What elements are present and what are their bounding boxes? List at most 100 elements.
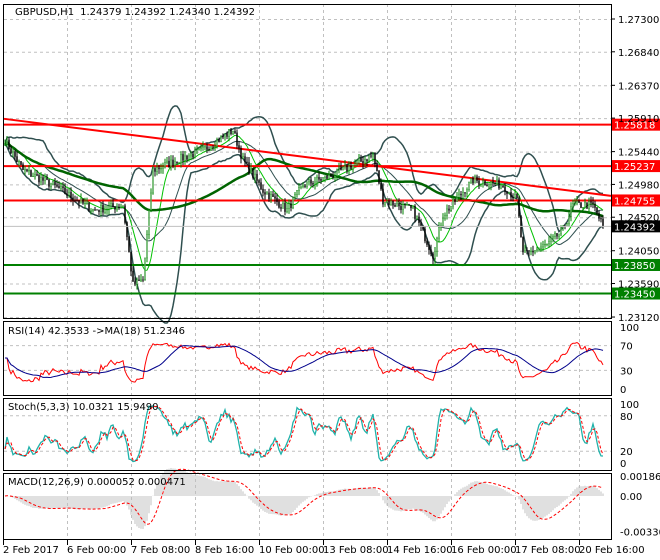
candle-body <box>128 236 130 253</box>
candle-body <box>282 202 284 209</box>
macd-tick-label: -0.003309 <box>620 528 660 539</box>
trading-chart[interactable]: 1.258181.252371.247551.238501.234501.273… <box>0 0 660 560</box>
candle-body <box>522 236 524 253</box>
candle-body <box>6 139 8 145</box>
candle-body <box>492 181 494 184</box>
candle-body <box>306 181 308 187</box>
candle-body <box>334 175 336 178</box>
candle-body <box>42 177 44 181</box>
candle-body <box>364 159 366 164</box>
candle-body <box>312 183 314 185</box>
candle-body <box>64 187 66 194</box>
candle-body <box>290 203 292 209</box>
candle-body <box>54 181 56 186</box>
candle-body <box>110 203 112 207</box>
candle-body <box>236 132 238 146</box>
candle-body <box>210 146 212 151</box>
candle-body <box>10 148 12 153</box>
candle-body <box>80 198 82 204</box>
candle-body <box>446 208 448 216</box>
candle-body <box>122 205 124 207</box>
candle-body <box>304 185 306 187</box>
candle-body <box>378 170 380 184</box>
candle-body <box>526 249 528 252</box>
candle-body <box>346 165 348 171</box>
rsi-tick-label: 30 <box>620 366 633 377</box>
candle-body <box>498 179 500 189</box>
candle-body <box>88 202 90 212</box>
candle-body <box>512 196 514 199</box>
candle-body <box>504 186 506 192</box>
axes: 1.258181.252371.247551.238501.234501.273… <box>3 15 660 556</box>
candle-body <box>406 204 408 206</box>
candle-body <box>44 177 46 181</box>
candle-body <box>220 135 222 143</box>
candle-body <box>72 197 74 201</box>
candle-body <box>132 271 134 282</box>
candle-body <box>336 168 338 177</box>
candle-body <box>198 148 200 150</box>
rsi-title: RSI(14) 42.3533 ->MA(18) 51.2346 <box>8 326 185 337</box>
candle-body <box>428 244 430 250</box>
price-level-label: 1.23450 <box>614 290 655 301</box>
candle-body <box>288 203 290 209</box>
candle-body <box>396 203 398 207</box>
candle-body <box>426 240 428 245</box>
candle-body <box>530 250 532 252</box>
rsi-panel[interactable] <box>5 341 604 383</box>
candle-body <box>194 149 196 158</box>
price-panel[interactable] <box>3 105 612 324</box>
candle-body <box>106 208 108 210</box>
candle-body <box>196 148 198 150</box>
candle-body <box>276 198 278 203</box>
candle-body <box>410 204 412 209</box>
candle-body <box>576 200 578 204</box>
candle-body <box>138 279 140 282</box>
candle-body <box>390 200 392 205</box>
candle-body <box>590 201 592 203</box>
macd-tick-label: 0.001863 <box>620 472 660 483</box>
candle-body <box>102 205 104 213</box>
candle-body <box>548 240 550 245</box>
candle-body <box>294 194 296 198</box>
candle-body <box>62 186 64 189</box>
candle-body <box>416 216 418 219</box>
candle-body <box>16 156 18 162</box>
candle-body <box>372 154 374 157</box>
candle-body <box>152 168 154 194</box>
candle-body <box>310 179 312 184</box>
candle-body <box>314 181 316 185</box>
candle-body <box>302 185 304 187</box>
candle-body <box>108 205 110 210</box>
candle-body <box>362 161 364 164</box>
candle-body <box>148 210 150 235</box>
candle-body <box>186 155 188 160</box>
candle-body <box>28 170 30 172</box>
candle-body <box>274 196 276 199</box>
rsi-tick-label: 0 <box>620 385 626 396</box>
candle-body <box>176 161 178 164</box>
time-tick-label: 8 Feb 16:00 <box>195 545 254 556</box>
candle-body <box>368 155 370 162</box>
rsi-tick-label: 100 <box>620 323 639 334</box>
candle-body <box>150 192 152 211</box>
candle-body <box>244 156 246 163</box>
price-tick-label: 1.23590 <box>618 280 659 291</box>
candle-body <box>8 139 10 149</box>
candle-body <box>340 167 342 171</box>
candle-body <box>542 244 544 248</box>
stochastic-panel[interactable] <box>4 405 604 463</box>
candle-body <box>214 146 216 148</box>
candle-body <box>464 192 466 194</box>
candle-body <box>596 207 598 214</box>
candle-body <box>120 206 122 208</box>
candle-body <box>480 183 482 185</box>
price-tick-label: 1.25910 <box>618 114 659 125</box>
candle-body <box>430 249 432 255</box>
candle-body <box>146 234 148 259</box>
candle-body <box>450 205 452 211</box>
candle-body <box>350 165 352 170</box>
ma-fast <box>4 134 604 271</box>
candle-body <box>330 174 332 177</box>
candle-body <box>342 166 344 171</box>
